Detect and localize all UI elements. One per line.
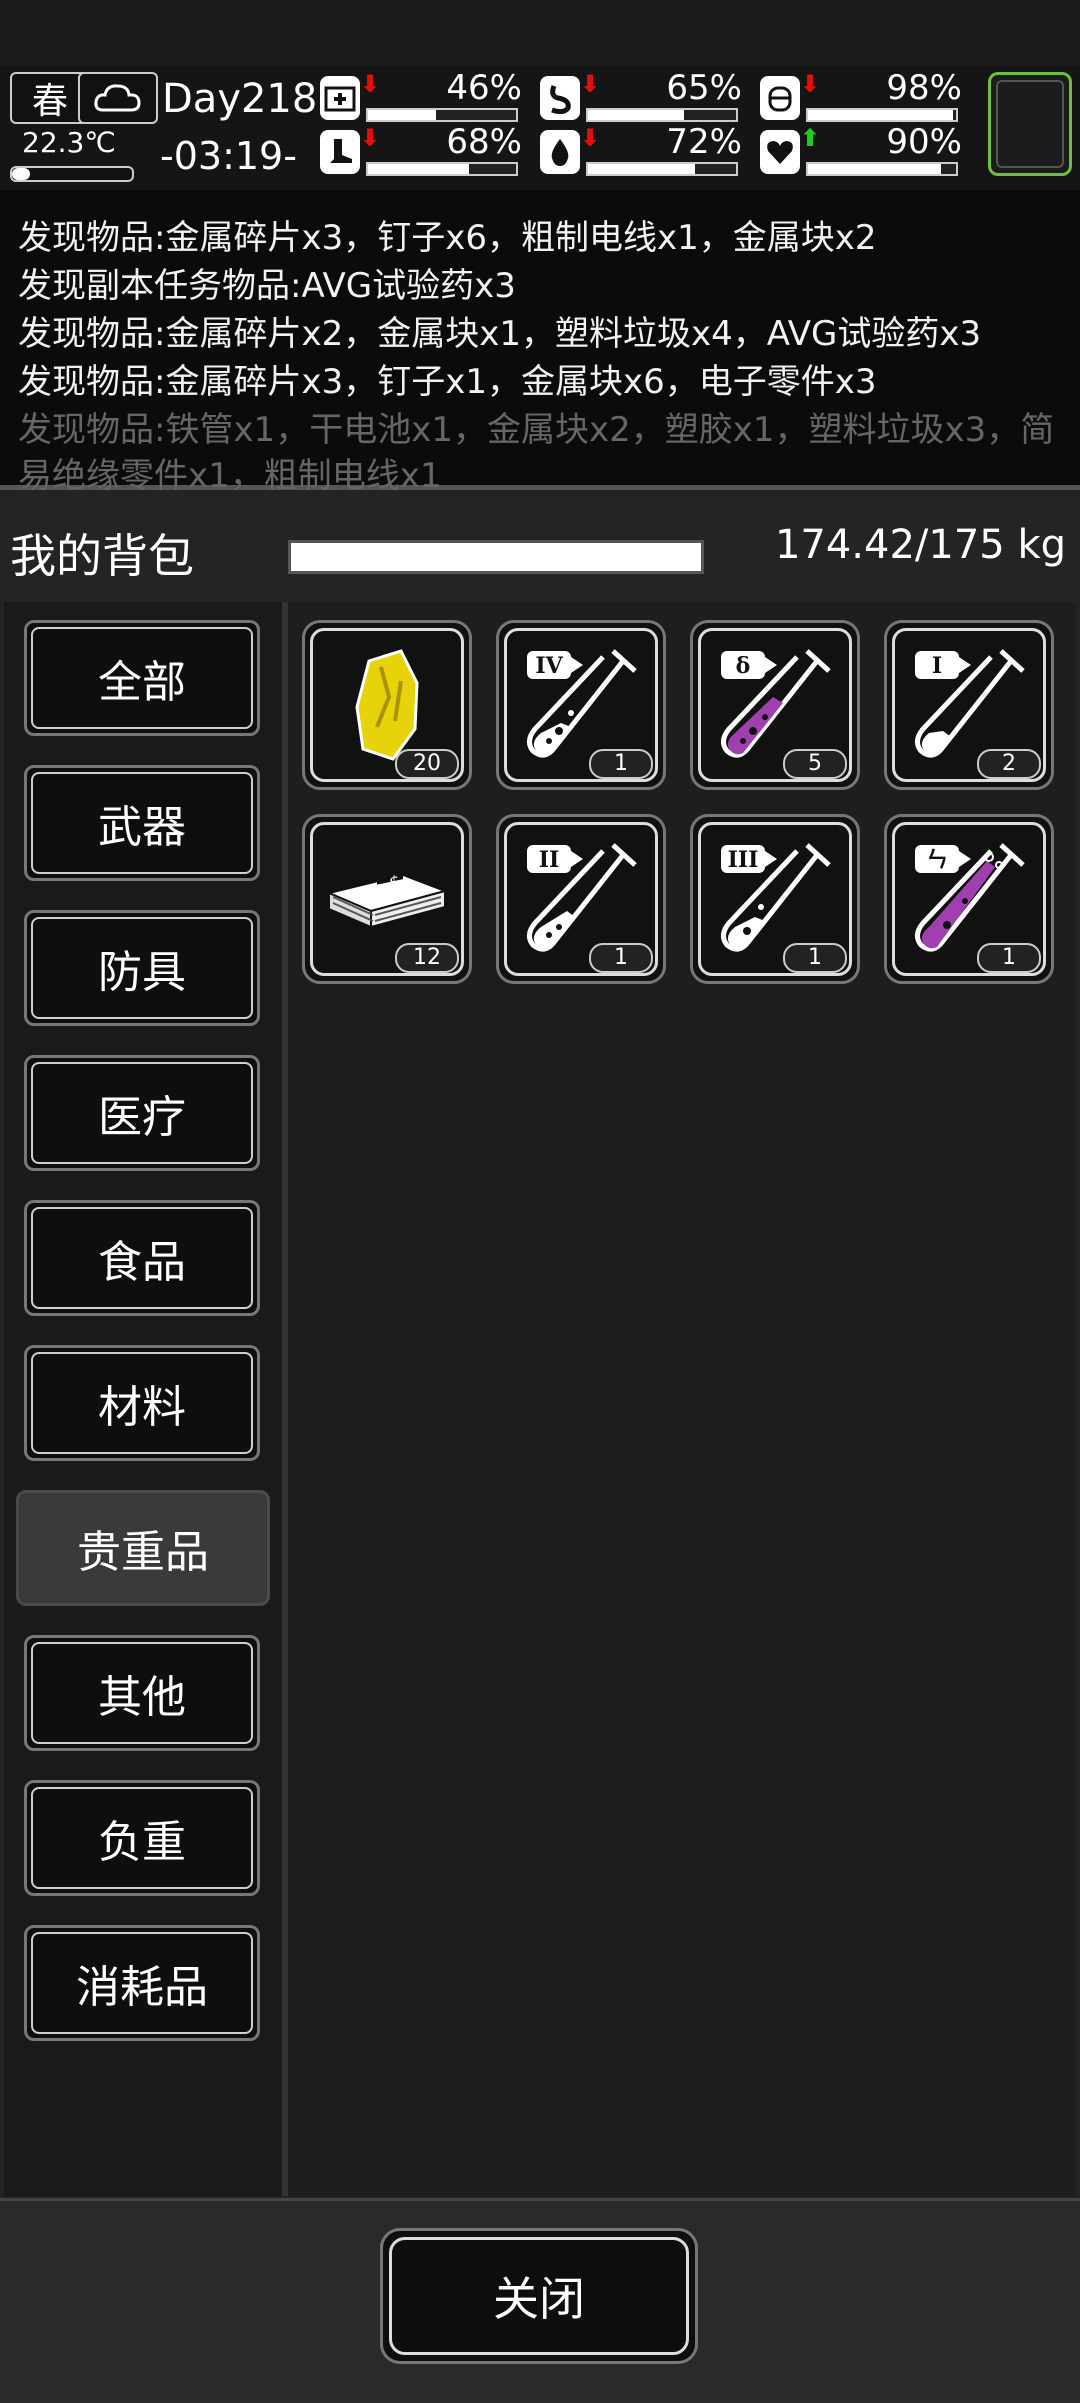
item-grid: 20 IV 1 δ 5 I 2 $ 12 II 1 III 1 ㄣ 1 (288, 602, 1076, 2196)
category-label: 防具 (98, 947, 186, 998)
item-slot[interactable]: 20 (302, 620, 472, 790)
cloud-icon (78, 72, 158, 124)
temperature: 22.3℃ (22, 126, 116, 159)
equipped-slot[interactable] (988, 72, 1072, 176)
health-stat: ⬇ 46% (320, 68, 532, 124)
category-label: 贵重品 (77, 1527, 209, 1578)
category-food[interactable]: 食品 (24, 1200, 260, 1316)
item-count: 1 (589, 749, 653, 779)
category-weapons[interactable]: 武器 (24, 765, 260, 881)
season-label: 春 (31, 81, 68, 122)
svg-text:IV: IV (535, 653, 563, 679)
category-label: 武器 (98, 802, 186, 853)
category-label: 材料 (98, 1382, 186, 1433)
water-bar (586, 162, 738, 176)
weight-label: 174.42/175 kg (774, 522, 1066, 568)
item-slot[interactable]: δ 5 (690, 620, 860, 790)
stamina-icon (760, 76, 800, 120)
svg-text:ㄣ: ㄣ (926, 848, 948, 873)
walk-bar (366, 162, 518, 176)
item-slot[interactable]: I 2 (884, 620, 1054, 790)
category-load[interactable]: 负重 (24, 1780, 260, 1896)
category-label: 负重 (98, 1817, 186, 1868)
temperature-bar (10, 166, 134, 182)
item-count: 1 (783, 943, 847, 973)
water-drop-icon (540, 130, 580, 174)
first-aid-icon (320, 76, 360, 120)
category-sidebar: 全部 武器 防具 医疗 食品 材料 贵重品 其他 负重 消耗品 (4, 602, 288, 2196)
item-count: 5 (783, 749, 847, 779)
log-line: 发现副本任务物品:AVG试验药x3 (18, 266, 516, 306)
inventory-title: 我的背包 (10, 529, 194, 583)
item-count: 20 (395, 749, 459, 779)
category-valuables[interactable]: 贵重品 (16, 1490, 270, 1606)
mood-value: 90% (886, 122, 962, 162)
category-label: 其他 (98, 1672, 186, 1723)
walk-value: 68% (446, 122, 522, 162)
item-count: 1 (977, 943, 1041, 973)
hunger-value: 65% (666, 68, 742, 108)
item-slot[interactable]: II 1 (496, 814, 666, 984)
item-slot[interactable]: IV 1 (496, 620, 666, 790)
mood-stat: ⬆ 90% (760, 122, 972, 178)
item-slot[interactable]: III 1 (690, 814, 860, 984)
trend-arrow-icon: ⬇ (580, 124, 601, 152)
hunger-bar (586, 108, 738, 122)
item-count: 2 (977, 749, 1041, 779)
category-label: 医疗 (98, 1092, 186, 1143)
category-all[interactable]: 全部 (24, 620, 260, 736)
category-medical[interactable]: 医疗 (24, 1055, 260, 1171)
svg-text:δ: δ (736, 653, 751, 679)
trend-arrow-icon: ⬇ (360, 124, 381, 152)
stamina-bar (806, 108, 958, 122)
trend-arrow-icon: ⬇ (360, 70, 381, 98)
item-slot[interactable]: $ 12 (302, 814, 472, 984)
mood-bar (806, 162, 958, 176)
stomach-icon (540, 76, 580, 120)
health-bar (366, 108, 518, 122)
log-line: 发现物品:金属碎片x3，钉子x6，粗制电线x1，金属块x2 (18, 218, 877, 258)
weight-bar (288, 540, 704, 574)
trend-arrow-icon: ⬇ (800, 70, 821, 98)
close-button[interactable]: 关闭 (380, 2228, 698, 2364)
category-label: 食品 (98, 1237, 186, 1288)
svg-text:III: III (728, 847, 759, 873)
svg-text:II: II (539, 847, 560, 873)
heart-icon (760, 130, 800, 174)
log-line: 发现物品:金属碎片x3，钉子x1，金属块x6，电子零件x3 (18, 362, 877, 402)
day-label: Day218 (162, 76, 318, 122)
category-materials[interactable]: 材料 (24, 1345, 260, 1461)
trend-arrow-icon: ⬆ (800, 124, 821, 152)
health-value: 46% (446, 68, 522, 108)
svg-text:I: I (932, 653, 942, 679)
item-count: 12 (395, 943, 459, 973)
item-count: 1 (589, 943, 653, 973)
item-slot[interactable]: ㄣ 1 (884, 814, 1054, 984)
event-log: 发现物品:金属碎片x3，钉子x6，粗制电线x1，金属块x2 发现副本任务物品:A… (0, 190, 1080, 496)
stamina-stat: ⬇ 98% (760, 68, 972, 124)
water-value: 72% (666, 122, 742, 162)
log-line: 发现物品:铁管x1，干电池x1，金属块x2，塑胶x1，塑料垃圾x3，简 (18, 410, 1055, 450)
water-stat: ⬇ 72% (540, 122, 752, 178)
log-line: 发现物品:金属碎片x2，金属块x1，塑料垃圾x4，AVG试验药x3 (18, 314, 982, 354)
boot-icon (320, 130, 360, 174)
category-other[interactable]: 其他 (24, 1635, 260, 1751)
category-armor[interactable]: 防具 (24, 910, 260, 1026)
stamina-value: 98% (886, 68, 962, 108)
time-label: -03:19- (160, 134, 297, 178)
svg-text:$: $ (389, 871, 399, 892)
category-label: 全部 (98, 657, 186, 708)
close-label: 关闭 (493, 2272, 585, 2326)
walk-stat: ⬇ 68% (320, 122, 532, 178)
trend-arrow-icon: ⬇ (580, 70, 601, 98)
hunger-stat: ⬇ 65% (540, 68, 752, 124)
category-label: 消耗品 (76, 1962, 208, 2013)
category-consumables[interactable]: 消耗品 (24, 1925, 260, 2041)
